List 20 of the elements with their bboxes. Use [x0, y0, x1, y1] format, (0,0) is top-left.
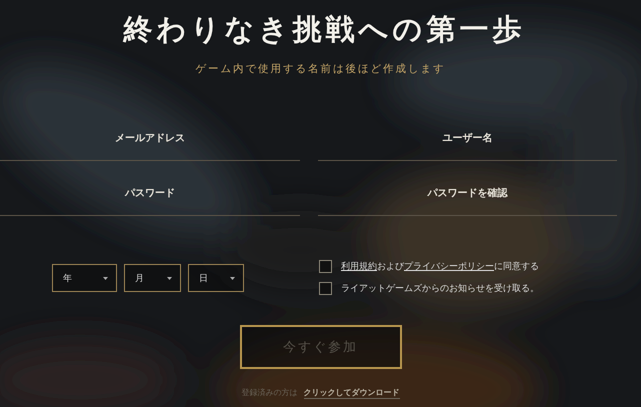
input-field[interactable]: パスワード: [0, 181, 300, 216]
link[interactable]: 利用規約: [341, 262, 377, 272]
checkbox[interactable]: [319, 282, 332, 295]
input-field[interactable]: パスワードを確認: [318, 181, 617, 216]
caret-icon: [103, 276, 108, 280]
input-field[interactable]: メールアドレス: [0, 126, 300, 161]
heading: 終わりなき挑戦への第一歩: [124, 11, 526, 48]
date-dropdown[interactable]: 年: [52, 264, 117, 292]
checkbox[interactable]: [319, 260, 332, 273]
caret-icon: [167, 276, 172, 280]
subtitle: ゲーム内で使用する名前は後ほど作成します: [196, 62, 446, 76]
date-dropdown[interactable]: 月: [124, 264, 181, 292]
footer-text: 登録済みの方は: [242, 387, 298, 399]
consent-text: 利用規約およびプライバシーポリシーに同意する: [341, 260, 539, 273]
link[interactable]: プライバシーポリシー: [404, 262, 494, 272]
input-field[interactable]: ユーザー名: [318, 126, 617, 161]
date-dropdown[interactable]: 日: [188, 264, 244, 292]
consent-text: ライアットゲームズからのお知らせを受け取る。: [341, 282, 539, 295]
caret-icon: [230, 276, 235, 280]
download-link[interactable]: クリックしてダウンロード: [304, 387, 400, 399]
